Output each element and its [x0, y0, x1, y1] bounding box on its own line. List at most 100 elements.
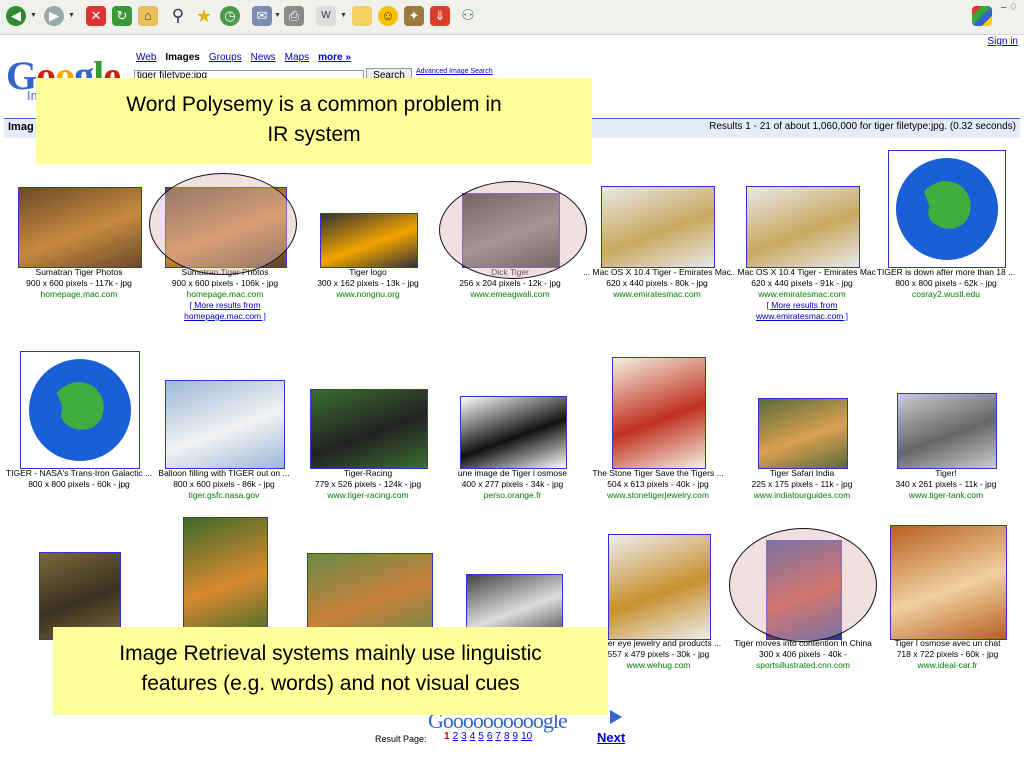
result-site-link[interactable]: tiger.gsfc.nasa.gov: [149, 490, 299, 501]
sign-in-link[interactable]: Sign in: [987, 36, 1018, 47]
result-site-link[interactable]: www.tiger-racing.com: [293, 490, 443, 501]
refresh-icon[interactable]: ↻: [112, 6, 132, 26]
chevron-down-icon[interactable]: ▼: [30, 12, 37, 19]
result-site-link[interactable]: sportsillustrated.cnn.com: [728, 660, 878, 671]
tiger-photo-icon[interactable]: [183, 517, 268, 640]
advanced-search-link[interactable]: Advanced Image Search: [416, 68, 493, 75]
chevron-down-icon[interactable]: ▼: [340, 12, 347, 19]
history-icon[interactable]: ◷: [220, 6, 240, 26]
result-meta: 779 x 526 pixels - 124k - jpg: [314, 479, 422, 489]
result-site-link[interactable]: cosray2.wustl.edu: [871, 289, 1021, 300]
nav-link[interactable]: Groups: [209, 52, 242, 63]
chevron-down-icon[interactable]: ▼: [274, 12, 281, 19]
tank-photo-icon[interactable]: [897, 393, 997, 469]
network-icon[interactable]: ⚇: [458, 6, 478, 26]
result-caption: Tiger-Racing 779 x 526 pixels - 124k - jp…: [293, 468, 443, 501]
home-icon[interactable]: ⌂: [138, 6, 158, 26]
necklace-icon[interactable]: [612, 357, 706, 469]
result-title: ... Mac OS X 10.4 Tiger - Emirates Mac: [728, 267, 876, 277]
print-icon[interactable]: ⎙: [284, 6, 304, 26]
globe-map-icon[interactable]: [888, 150, 1006, 268]
service-nav: Web Images Groups News Maps more »: [136, 52, 360, 63]
page-link[interactable]: 3: [461, 731, 467, 742]
callout-line: features (e.g. words) and not visual cue…: [141, 672, 520, 695]
result-title: The Stone Tiger Save the Tigers ...: [592, 468, 724, 478]
result-site-link[interactable]: homepage.mac.com: [150, 289, 300, 300]
result-caption: Sumatran Tiger Photos 900 x 600 pixels - …: [4, 267, 154, 300]
result-caption: Tiger! 340 x 261 pixels - 11k - jpg www.ti…: [871, 468, 1021, 501]
tiger-figurine-icon[interactable]: [890, 525, 1007, 640]
result-title: Sumatran Tiger Photos: [35, 267, 123, 277]
page-link[interactable]: 5: [478, 731, 484, 742]
result-site-link[interactable]: www.ideal-car.fr: [873, 660, 1023, 671]
pendant-photo-icon[interactable]: [608, 534, 711, 640]
result-site-link[interactable]: homepage.mac.com: [4, 289, 154, 300]
windows-logo-icon: [972, 6, 992, 26]
edit-icon[interactable]: W: [316, 6, 336, 26]
page-link[interactable]: 6: [487, 731, 493, 742]
race-car-icon[interactable]: [310, 389, 428, 469]
graffiti-logo-icon[interactable]: [460, 396, 567, 469]
result-site-link[interactable]: www.emeagwali.com: [435, 289, 585, 300]
result-caption: The Stone Tiger Save the Tigers ... 504 x…: [583, 468, 733, 501]
download-icon[interactable]: ⇓: [430, 6, 450, 26]
window-controls[interactable]: – ♢: [1001, 2, 1018, 13]
result-meta: 225 x 175 pixels - 11k - jpg: [751, 479, 853, 489]
result-meta: 800 x 600 pixels - 86k - jpg: [173, 479, 275, 489]
mail-icon[interactable]: ✉: [252, 6, 272, 26]
tiger-logo-icon[interactable]: [320, 213, 418, 268]
result-caption: ... Mac OS X 10.4 Tiger - Emirates Mac 62…: [727, 267, 877, 322]
result-title: TIGER is down after more than 18 ...: [876, 267, 1016, 277]
next-page-link[interactable]: Next: [597, 730, 625, 745]
result-title: Balloon filling with TIGER out on ...: [158, 468, 290, 478]
result-site-link[interactable]: www.indiatourguides.com: [727, 490, 877, 501]
chevron-down-icon[interactable]: ▼: [68, 12, 75, 19]
result-meta: 400 x 277 pixels - 34k - jpg: [461, 479, 564, 489]
polysemy-callout: Word Polysemy is a common problem in IR …: [36, 78, 592, 164]
section-label: Imag: [8, 121, 34, 133]
plugin-icon[interactable]: ✦: [404, 6, 424, 26]
more-results-link[interactable]: [ More results from homepage.mac.com ]: [150, 300, 300, 322]
page-link[interactable]: 9: [513, 731, 519, 742]
result-site-link[interactable]: www.tiger-tank.com: [871, 490, 1021, 501]
more-results-link[interactable]: [ More results from www.emiratesmac.com …: [727, 300, 877, 322]
result-meta: 620 x 440 pixels - 80k - jpg: [606, 278, 708, 288]
result-meta: 800 x 800 pixels - 62k - jpg: [895, 278, 997, 288]
installer-screenshot-icon[interactable]: [746, 186, 860, 268]
installer-screenshot-icon[interactable]: [601, 186, 715, 268]
tiger-photo-icon[interactable]: [758, 398, 848, 469]
stop-icon[interactable]: ✕: [86, 6, 106, 26]
result-caption: Balloon filling with TIGER out on ... 800…: [149, 468, 299, 501]
result-meta: 900 x 600 pixels - 117k - jpg: [26, 278, 132, 288]
search-icon[interactable]: ⚲: [168, 6, 188, 26]
messenger-icon[interactable]: ☺: [378, 6, 398, 26]
result-site-link[interactable]: www.emiratesmac.com: [582, 289, 732, 300]
result-title: une image de Tiger l osmose: [457, 468, 568, 478]
nav-link[interactable]: News: [251, 52, 276, 63]
globe-map-icon[interactable]: [20, 351, 140, 469]
balloon-photo-icon[interactable]: [165, 380, 285, 469]
page-link[interactable]: 7: [495, 731, 501, 742]
result-site-link[interactable]: www.stonetigerjewelry.com: [583, 490, 733, 501]
highlight-oval: [729, 528, 877, 642]
page-link[interactable]: 8: [504, 731, 510, 742]
result-site-link[interactable]: perso.orange.fr: [438, 490, 588, 501]
next-arrow-icon[interactable]: [610, 710, 622, 724]
forward-icon[interactable]: ▶: [44, 6, 64, 26]
browser-toolbar: ◀ ▼ ▶ ▼ ✕ ↻ ⌂ ⚲ ★ ◷ ✉ ▼ ⎙ W ▼ ☺ ✦ ⇓ ⚇ – …: [0, 0, 1024, 35]
back-icon[interactable]: ◀: [6, 6, 26, 26]
result-site-link[interactable]: www.nongnu.org: [293, 289, 443, 300]
folder-icon[interactable]: [352, 6, 372, 26]
nav-link[interactable]: more »: [318, 52, 351, 63]
tiger-photo-icon[interactable]: [18, 187, 142, 268]
nav-link[interactable]: Web: [136, 52, 156, 63]
result-title: Tiger-Racing: [343, 468, 393, 478]
result-site-link[interactable]: www.emiratesmac.com: [727, 289, 877, 300]
result-title: TIGER - NASA's Trans-Iron Galactic ...: [5, 468, 153, 478]
result-meta: 300 x 406 pixels - 40k -: [759, 649, 847, 659]
page-link[interactable]: 2: [453, 731, 459, 742]
favorites-icon[interactable]: ★: [194, 6, 214, 26]
page-link[interactable]: 10: [521, 731, 532, 742]
page-link[interactable]: 4: [470, 731, 476, 742]
nav-link[interactable]: Maps: [285, 52, 309, 63]
